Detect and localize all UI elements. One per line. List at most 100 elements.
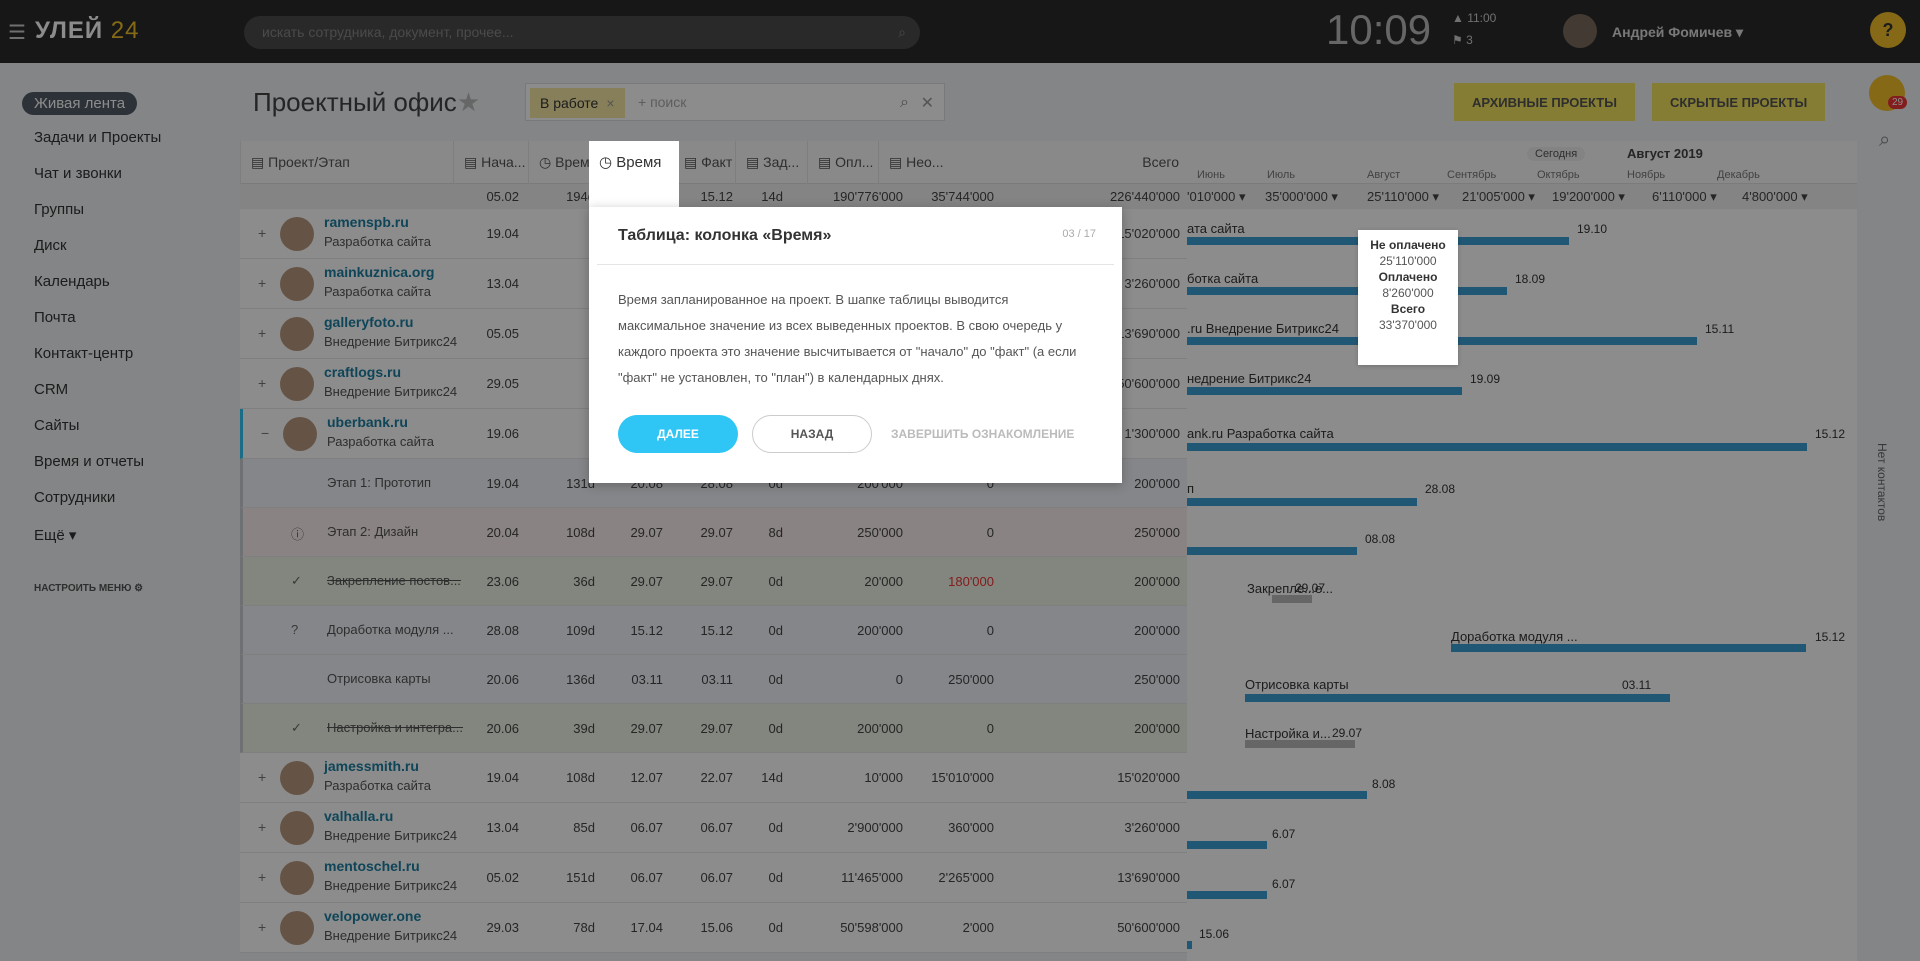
column-header[interactable]: ▤ Проект/Этап <box>240 141 453 184</box>
nav-item[interactable]: CRM <box>34 381 68 398</box>
stage-name[interactable]: Этап 2: Дизайн <box>327 524 418 539</box>
nav-item[interactable]: Почта <box>34 309 76 326</box>
table-row[interactable]: + valhalla.ru Внедрение Битрикс24 13.04 85d 0… <box>240 803 1187 853</box>
project-link[interactable]: jamessmith.ru <box>324 758 419 774</box>
table-row[interactable]: + mentoschel.ru Внедрение Битрикс24 05.02 15… <box>240 853 1187 903</box>
gantt-bar[interactable] <box>1451 644 1806 652</box>
nav-item[interactable]: Диск <box>34 237 67 254</box>
column-header[interactable]: Всего <box>940 141 1187 184</box>
expand-icon[interactable]: + <box>258 225 266 241</box>
next-button[interactable]: ДАЛЕЕ <box>618 415 738 453</box>
column-header[interactable]: ▤ Зад... <box>735 141 807 184</box>
stage-name[interactable]: Отрисовка карты <box>327 671 431 686</box>
star-icon[interactable]: ★ <box>457 87 480 117</box>
avatar[interactable] <box>1563 14 1597 48</box>
expand-icon[interactable]: + <box>258 819 266 835</box>
clear-icon[interactable]: ✕ <box>921 93 934 113</box>
gantt-bar[interactable] <box>1187 791 1367 799</box>
search-input[interactable]: искать сотрудника, документ, прочее... ⌕ <box>244 16 920 49</box>
project-link[interactable]: mainkuznica.org <box>324 264 434 280</box>
expand-icon[interactable]: + <box>258 275 266 291</box>
gantt-bar[interactable] <box>1187 841 1267 849</box>
month-total[interactable]: 19'200'000 ▾ <box>1552 189 1625 205</box>
settings-menu-link[interactable]: НАСТРОИТЬ МЕНЮ ⚙ <box>34 583 143 594</box>
close-icon[interactable]: × <box>606 95 614 111</box>
today-button[interactable]: Сегодня <box>1527 147 1586 161</box>
hidden-projects-button[interactable]: СКРЫТЫЕ ПРОЕКТЫ <box>1652 83 1826 121</box>
nav-item[interactable]: Живая лента <box>22 92 138 115</box>
search-icon[interactable]: ⌕ <box>1879 129 1890 152</box>
month-total[interactable]: 35'000'000 ▾ <box>1265 189 1338 205</box>
expand-icon[interactable]: + <box>258 375 266 391</box>
expand-icon[interactable]: + <box>258 769 266 785</box>
gantt-bar[interactable] <box>1187 547 1357 555</box>
stage-row[interactable]: ⓘ Этап 2: Дизайн 20.04 108d 29.07 29.07 8d 250'… <box>240 508 1187 557</box>
month-total[interactable]: 25'110'000 ▾ <box>1367 189 1439 205</box>
flag-count[interactable]: ⚑ 3 <box>1452 33 1473 47</box>
back-button[interactable]: НАЗАД <box>752 415 872 453</box>
finish-tour-button[interactable]: ЗАВЕРШИТЬ ОЗНАКОМЛЕНИЕ <box>891 427 1074 441</box>
nav-item[interactable]: Ещё ▾ <box>34 526 76 544</box>
gantt-bar[interactable] <box>1187 387 1462 395</box>
table-row[interactable]: + jamessmith.ru Разработка сайта 19.04 108d 1… <box>240 753 1187 803</box>
project-link[interactable]: craftlogs.ru <box>324 364 401 380</box>
column-header[interactable]: ▤ Нача... <box>453 141 528 184</box>
stage-name[interactable]: Этап 1: Прототип <box>327 475 431 490</box>
month-total[interactable]: 4'800'000 ▾ <box>1742 189 1808 205</box>
nav-item[interactable]: Время и отчеты <box>34 453 144 470</box>
collapse-icon[interactable]: − <box>261 425 269 441</box>
project-link[interactable]: mentoschel.ru <box>324 858 420 874</box>
time-column-highlight: ◷ Время <box>589 141 679 184</box>
table-row[interactable]: + velopower.one Внедрение Битрикс24 29.03 78… <box>240 903 1187 953</box>
stage-row[interactable]: ✓ Закрепление постов... 23.06 36d 29.07 29.07… <box>240 557 1187 606</box>
stage-name[interactable]: Доработка модуля ... <box>327 622 454 637</box>
expand-icon[interactable]: + <box>258 919 266 935</box>
filter-chip[interactable]: В работе × <box>530 88 625 118</box>
column-header[interactable]: ▤ Нео... <box>878 141 944 184</box>
project-link[interactable]: galleryfoto.ru <box>324 314 413 330</box>
cell-start: 20.06 <box>486 721 519 736</box>
user-name[interactable]: Андрей Фомичев ▾ <box>1612 24 1743 41</box>
menu-icon[interactable]: ☰ <box>8 20 26 45</box>
stage-row[interactable]: ✓ Настройка и интегра... 20.06 39d 29.07 29.0… <box>240 704 1187 753</box>
column-header[interactable]: ▤ Опл... <box>807 141 878 184</box>
gantt-bar[interactable] <box>1187 287 1507 295</box>
nav-item[interactable]: Сотрудники <box>34 489 115 506</box>
help-button[interactable]: ? <box>1870 12 1906 48</box>
gantt-bar[interactable] <box>1187 941 1192 949</box>
project-link[interactable]: uberbank.ru <box>327 414 408 430</box>
logo[interactable]: УЛЕЙ 24 <box>35 17 140 45</box>
gantt-bar[interactable] <box>1187 443 1807 451</box>
alarm-time[interactable]: ▲ 11:00 <box>1452 11 1496 25</box>
gantt-bar[interactable] <box>1272 595 1312 603</box>
month-total[interactable]: 21'005'000 ▾ <box>1462 189 1535 205</box>
gantt-bar[interactable] <box>1187 891 1267 899</box>
stage-name[interactable]: Настройка и интегра... <box>327 720 463 735</box>
nav-item[interactable]: Сайты <box>34 417 79 434</box>
gantt-bar[interactable] <box>1187 498 1417 506</box>
month-total[interactable]: 6'110'000 ▾ <box>1652 189 1717 205</box>
project-link[interactable]: velopower.one <box>324 908 421 924</box>
nav-item[interactable]: Календарь <box>34 273 110 290</box>
project-link[interactable]: ramenspb.ru <box>324 214 409 230</box>
stage-row[interactable]: ? Доработка модуля ... 28.08 109d 15.12 15.12… <box>240 606 1187 655</box>
stage-row[interactable]: Отрисовка карты 20.06 136d 03.11 03.11 0d 0 250… <box>240 655 1187 704</box>
cell-tasks: 0d <box>768 574 783 589</box>
stage-name[interactable]: Закрепление постов... <box>327 573 461 588</box>
column-header[interactable]: ▤ Факт <box>673 141 735 184</box>
expand-icon[interactable]: + <box>258 869 266 885</box>
filter-search[interactable]: + поиск <box>638 94 686 110</box>
search-icon[interactable]: ⌕ <box>900 94 909 112</box>
month-label: Июнь <box>1197 169 1225 181</box>
nav-item[interactable]: Чат и звонки <box>34 165 122 182</box>
month-total[interactable]: '010'000 ▾ <box>1187 189 1245 205</box>
nav-item[interactable]: Задачи и Проекты <box>34 129 161 146</box>
nav-item[interactable]: Группы <box>34 201 84 218</box>
gantt-bar[interactable] <box>1245 740 1355 748</box>
filter-box[interactable]: В работе × + поиск ⌕ ✕ <box>525 83 945 121</box>
gantt-bar[interactable] <box>1245 694 1670 702</box>
expand-icon[interactable]: + <box>258 325 266 341</box>
project-link[interactable]: valhalla.ru <box>324 808 393 824</box>
nav-item[interactable]: Контакт-центр <box>34 345 133 362</box>
archive-projects-button[interactable]: АРХИВНЫЕ ПРОЕКТЫ <box>1454 83 1635 121</box>
